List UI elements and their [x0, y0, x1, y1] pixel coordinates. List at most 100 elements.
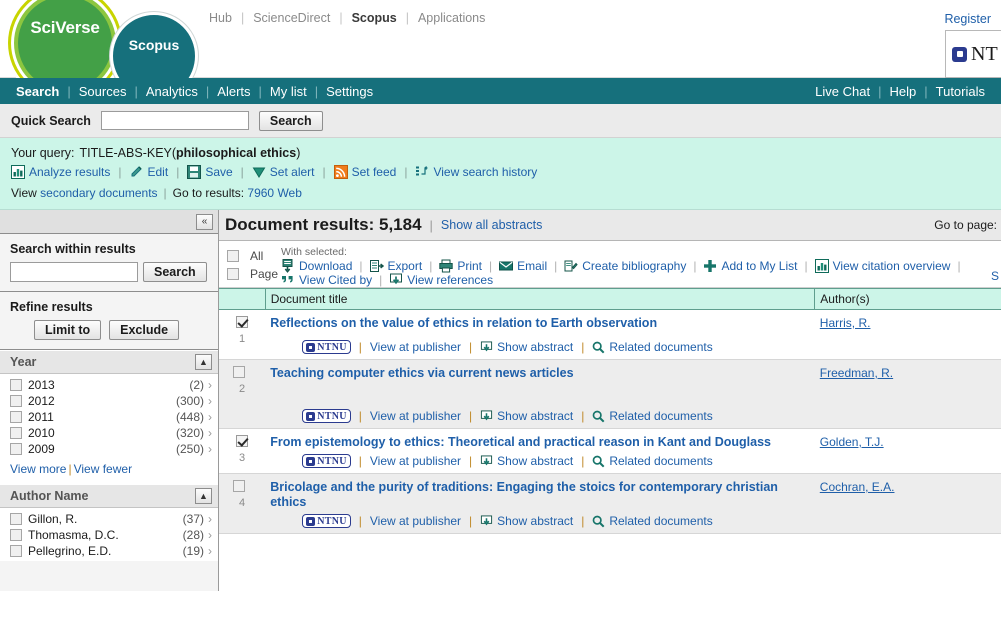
- nav-item-live-chat[interactable]: Live Chat: [807, 84, 878, 99]
- facet-header-author-name[interactable]: Author Name ▲: [0, 484, 218, 508]
- chevron-right-icon[interactable]: ›: [204, 378, 212, 392]
- facet-row[interactable]: Gillon, R. (37) ›: [0, 511, 218, 527]
- view-citation-overview-action[interactable]: View citation overview: [814, 259, 951, 273]
- edit-query-action[interactable]: Edit: [130, 165, 169, 179]
- download-link[interactable]: Download: [299, 259, 352, 273]
- view-more-year-link[interactable]: View more: [10, 462, 66, 476]
- set-alert-link[interactable]: Set alert: [270, 165, 315, 179]
- facet-checkbox-gillon[interactable]: [10, 513, 22, 525]
- related-documents-action[interactable]: Related documents: [592, 454, 713, 468]
- row-checkbox-3[interactable]: [236, 435, 249, 447]
- secondary-documents-link[interactable]: secondary documents: [40, 186, 157, 200]
- show-abstract-link[interactable]: Show abstract: [497, 409, 573, 423]
- related-documents-action[interactable]: Related documents: [592, 409, 713, 423]
- facet-row[interactable]: 2013 (2) ›: [0, 377, 218, 393]
- facet-checkbox-2011[interactable]: [10, 411, 22, 423]
- product-nav-applications[interactable]: Applications: [409, 11, 494, 25]
- show-abstract-action[interactable]: Show abstract: [480, 340, 573, 354]
- chevron-right-icon[interactable]: ›: [204, 410, 212, 424]
- related-documents-link[interactable]: Related documents: [609, 514, 712, 528]
- row-checkbox-4[interactable]: [233, 480, 246, 492]
- view-cited-by-action[interactable]: View Cited by: [281, 273, 372, 287]
- row-checkbox-1[interactable]: [236, 316, 249, 328]
- create-bibliography-action[interactable]: Create bibliography: [564, 259, 686, 273]
- facet-row[interactable]: 2011 (448) ›: [0, 409, 218, 425]
- column-document-title[interactable]: Document title: [265, 288, 816, 310]
- edit-query-link[interactable]: Edit: [148, 165, 169, 179]
- facet-row[interactable]: 2009 (250) ›: [0, 441, 218, 457]
- email-link[interactable]: Email: [517, 259, 547, 273]
- document-title-link[interactable]: Teaching computer ethics via current new…: [270, 366, 810, 381]
- ntnu-fulltext-badge[interactable]: NTNU: [302, 514, 351, 528]
- facet-checkbox-2010[interactable]: [10, 427, 22, 439]
- column-authors[interactable]: Author(s): [814, 288, 1001, 310]
- print-link[interactable]: Print: [457, 259, 482, 273]
- facet-row[interactable]: 2010 (320) ›: [0, 425, 218, 441]
- limit-to-button[interactable]: Limit to: [34, 320, 102, 340]
- select-page-checkbox[interactable]: [227, 268, 239, 280]
- export-link[interactable]: Export: [388, 259, 423, 273]
- author-link[interactable]: Golden, T.J.: [820, 435, 884, 449]
- related-documents-action[interactable]: Related documents: [592, 340, 713, 354]
- nav-item-settings[interactable]: Settings: [318, 84, 381, 99]
- search-within-results-button[interactable]: Search: [143, 262, 207, 282]
- related-documents-link[interactable]: Related documents: [609, 409, 712, 423]
- show-abstract-action[interactable]: Show abstract: [480, 514, 573, 528]
- author-link[interactable]: Harris, R.: [820, 316, 871, 330]
- facet-collapse-author-icon[interactable]: ▲: [195, 488, 212, 504]
- chevron-right-icon[interactable]: ›: [204, 394, 212, 408]
- nav-item-alerts[interactable]: Alerts: [209, 84, 258, 99]
- related-documents-link[interactable]: Related documents: [609, 340, 712, 354]
- go-to-results-count-link[interactable]: 7960: [247, 186, 274, 200]
- facet-row[interactable]: Thomasma, D.C. (28) ›: [0, 527, 218, 543]
- save-query-action[interactable]: Save: [187, 165, 233, 179]
- nav-item-sources[interactable]: Sources: [71, 84, 135, 99]
- view-references-link[interactable]: View references: [407, 273, 493, 287]
- edge-cut-off-text[interactable]: S: [991, 269, 999, 283]
- nav-item-search[interactable]: Search: [8, 84, 67, 99]
- add-to-my-list-action[interactable]: Add to My List: [703, 259, 797, 273]
- view-search-history-action[interactable]: View search history: [415, 165, 537, 179]
- set-feed-action[interactable]: Set feed: [333, 165, 397, 179]
- product-nav-scopus[interactable]: Scopus: [343, 11, 406, 25]
- create-bibliography-link[interactable]: Create bibliography: [582, 259, 686, 273]
- set-alert-action[interactable]: Set alert: [252, 165, 315, 179]
- set-feed-link[interactable]: Set feed: [352, 165, 397, 179]
- analyze-results-action[interactable]: Analyze results: [11, 165, 110, 179]
- document-title-link[interactable]: Bricolage and the purity of traditions: …: [270, 480, 810, 510]
- collapse-sidebar-icon[interactable]: «: [196, 213, 213, 230]
- view-citation-overview-link[interactable]: View citation overview: [833, 259, 951, 273]
- ntnu-fulltext-badge[interactable]: NTNU: [302, 409, 351, 423]
- show-abstract-link[interactable]: Show abstract: [497, 514, 573, 528]
- facet-checkbox-2013[interactable]: [10, 379, 22, 391]
- facet-row[interactable]: 2012 (300) ›: [0, 393, 218, 409]
- save-query-link[interactable]: Save: [205, 165, 232, 179]
- nav-item-help[interactable]: Help: [881, 84, 924, 99]
- show-abstract-link[interactable]: Show abstract: [497, 454, 573, 468]
- author-link[interactable]: Cochran, E.A.: [820, 480, 895, 494]
- chevron-right-icon[interactable]: ›: [204, 544, 212, 558]
- add-to-my-list-link[interactable]: Add to My List: [721, 259, 797, 273]
- chevron-right-icon[interactable]: ›: [204, 442, 212, 456]
- row-checkbox-2[interactable]: [233, 366, 246, 378]
- chevron-right-icon[interactable]: ›: [204, 512, 212, 526]
- show-all-abstracts-link[interactable]: Show all abstracts: [441, 218, 542, 232]
- sciverse-scopus-logo[interactable]: SciVerse Scopus: [6, 0, 198, 100]
- facet-collapse-year-icon[interactable]: ▲: [195, 354, 212, 370]
- view-at-publisher-link[interactable]: View at publisher: [370, 454, 461, 468]
- search-within-results-input[interactable]: [10, 262, 138, 282]
- view-search-history-link[interactable]: View search history: [433, 165, 537, 179]
- view-references-action[interactable]: View references: [389, 273, 493, 287]
- show-abstract-link[interactable]: Show abstract: [497, 340, 573, 354]
- document-title-link[interactable]: From epistemology to ethics: Theoretical…: [270, 435, 810, 450]
- show-abstract-action[interactable]: Show abstract: [480, 454, 573, 468]
- export-action[interactable]: Export: [369, 259, 423, 273]
- facet-checkbox-thomasma[interactable]: [10, 529, 22, 541]
- quick-search-button[interactable]: Search: [258, 110, 323, 131]
- nav-item-tutorials[interactable]: Tutorials: [928, 84, 993, 99]
- register-link[interactable]: Register: [944, 12, 991, 26]
- view-at-publisher-link[interactable]: View at publisher: [370, 409, 461, 423]
- download-action[interactable]: Download: [281, 259, 352, 273]
- facet-checkbox-2012[interactable]: [10, 395, 22, 407]
- select-page-row[interactable]: Page: [227, 267, 281, 281]
